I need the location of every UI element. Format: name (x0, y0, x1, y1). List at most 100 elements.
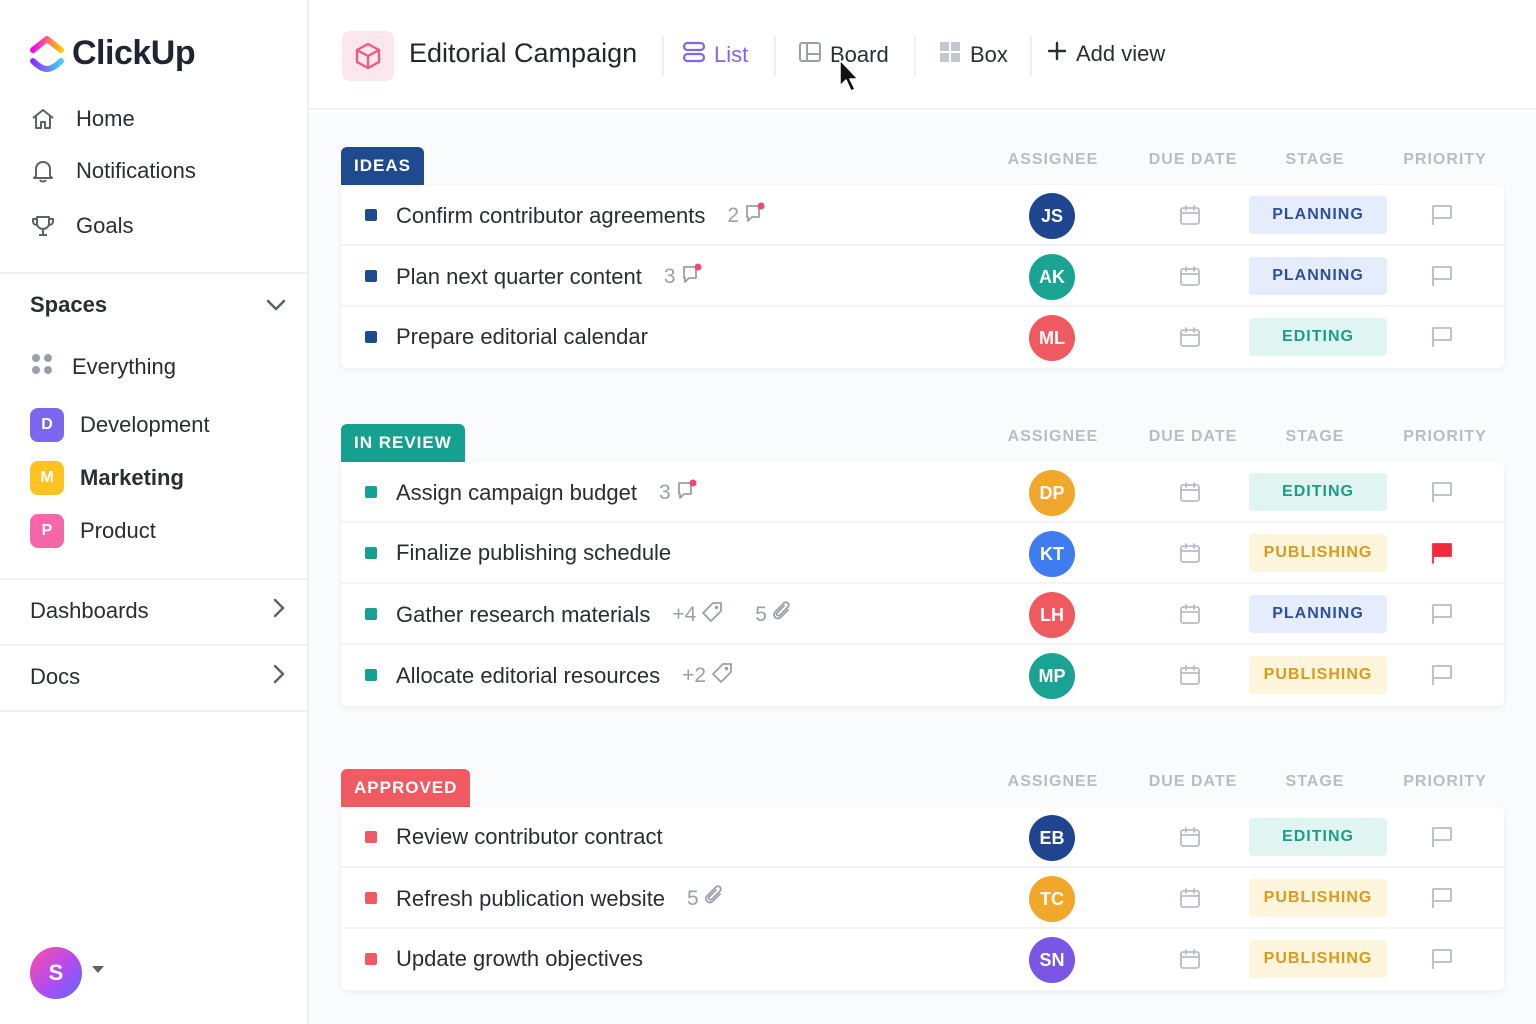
priority-flag-icon[interactable] (1429, 947, 1455, 971)
task-status-dot[interactable] (365, 270, 377, 282)
tag-count[interactable]: +4 (672, 601, 723, 629)
attachment-count[interactable]: 5 (755, 601, 794, 629)
calendar-icon[interactable] (1178, 886, 1202, 910)
home-icon (30, 106, 56, 132)
priority-flag-icon[interactable] (1429, 886, 1455, 910)
task-row[interactable]: Finalize publishing schedule KT PUBLISHING (341, 523, 1504, 584)
priority-flag-icon[interactable] (1429, 480, 1455, 504)
task-name[interactable]: Plan next quarter content 3 (396, 263, 703, 291)
task-status-dot[interactable] (365, 669, 377, 681)
task-status-dot[interactable] (365, 547, 377, 559)
nav-home[interactable]: Home (30, 106, 135, 132)
task-name[interactable]: Prepare editorial calendar (396, 324, 648, 350)
task-row[interactable]: Allocate editorial resources +2 MP PUBLISHI… (341, 645, 1504, 706)
dashboards-row[interactable]: Dashboards (30, 598, 286, 624)
assignee-avatar[interactable]: SN (1029, 937, 1075, 983)
task-status-dot[interactable] (365, 486, 377, 498)
task-name[interactable]: Assign campaign budget 3 (396, 479, 698, 507)
task-row[interactable]: Gather research materials +4 5 LH PLANNING (341, 584, 1504, 645)
task-name[interactable]: Refresh publication website 5 (396, 885, 726, 913)
spaces-header[interactable]: Spaces (30, 292, 286, 318)
task-name[interactable]: Finalize publishing schedule (396, 540, 671, 566)
task-status-dot[interactable] (365, 608, 377, 620)
task-name[interactable]: Update growth objectives (396, 946, 643, 972)
comment-count[interactable]: 3 (664, 263, 703, 291)
priority-flag-icon[interactable] (1429, 203, 1455, 227)
mouse-cursor-icon (838, 58, 862, 99)
stage-badge[interactable]: EDITING (1249, 473, 1387, 511)
task-group: IDEAS ASSIGNEE DUE DATE STAGE PRIORITY Confir… (341, 147, 1504, 368)
stage-badge[interactable]: PLANNING (1249, 257, 1387, 295)
tag-icon (711, 662, 733, 690)
task-status-dot[interactable] (365, 209, 377, 221)
task-status-dot[interactable] (365, 953, 377, 965)
stage-badge[interactable]: EDITING (1249, 318, 1387, 356)
task-name[interactable]: Confirm contributor agreements 2 (396, 202, 766, 230)
assignee-avatar[interactable]: EB (1029, 815, 1075, 861)
priority-flag-urgent-icon[interactable] (1429, 541, 1455, 565)
add-view-button[interactable]: Add view (1046, 40, 1165, 68)
space-marketing[interactable]: M Marketing (30, 461, 184, 495)
stage-badge[interactable]: EDITING (1249, 818, 1387, 856)
nav-notifications[interactable]: Notifications (30, 158, 196, 184)
group-status-pill[interactable]: APPROVED (341, 769, 471, 807)
group-status-pill[interactable]: IN REVIEW (341, 424, 465, 462)
calendar-icon[interactable] (1178, 325, 1202, 349)
calendar-icon[interactable] (1178, 480, 1202, 504)
attachment-count[interactable]: 5 (687, 885, 726, 913)
nav-goals[interactable]: Goals (30, 213, 133, 239)
assignee-avatar[interactable]: AK (1029, 254, 1075, 300)
stage-badge[interactable]: PLANNING (1249, 595, 1387, 633)
space-product[interactable]: P Product (30, 514, 156, 548)
task-row[interactable]: Plan next quarter content 3 AK PLANNING (341, 246, 1504, 307)
space-everything[interactable]: Everything (30, 352, 176, 382)
assignee-avatar[interactable]: TC (1029, 876, 1075, 922)
space-development[interactable]: D Development (30, 408, 210, 442)
comment-count[interactable]: 2 (727, 202, 766, 230)
task-row[interactable]: Confirm contributor agreements 2 JS PLANNIN… (341, 185, 1504, 246)
assignee-avatar[interactable]: KT (1029, 531, 1075, 577)
task-row[interactable]: Update growth objectives SN PUBLISHING (341, 929, 1504, 990)
stage-badge[interactable]: PUBLISHING (1249, 940, 1387, 978)
task-name[interactable]: Allocate editorial resources +2 (396, 662, 733, 690)
assignee-avatar[interactable]: ML (1029, 315, 1075, 361)
task-status-dot[interactable] (365, 831, 377, 843)
assignee-avatar[interactable]: JS (1029, 193, 1075, 239)
stage-badge[interactable]: PUBLISHING (1249, 656, 1387, 694)
priority-flag-icon[interactable] (1429, 602, 1455, 626)
priority-flag-icon[interactable] (1429, 663, 1455, 687)
priority-flag-icon[interactable] (1429, 825, 1455, 849)
assignee-avatar[interactable]: MP (1029, 653, 1075, 699)
assignee-avatar[interactable]: LH (1029, 592, 1075, 638)
calendar-icon[interactable] (1178, 264, 1202, 288)
tag-count[interactable]: +2 (682, 662, 733, 690)
task-row[interactable]: Assign campaign budget 3 DP EDITING (341, 462, 1504, 523)
assignee-avatar[interactable]: DP (1029, 470, 1075, 516)
tab-box[interactable]: Box (938, 40, 1008, 70)
task-status-dot[interactable] (365, 331, 377, 343)
calendar-icon[interactable] (1178, 203, 1202, 227)
caret-down-icon[interactable] (92, 966, 104, 973)
stage-badge[interactable]: PUBLISHING (1249, 534, 1387, 572)
task-name[interactable]: Review contributor contract (396, 824, 663, 850)
task-name[interactable]: Gather research materials +4 5 (396, 601, 794, 629)
stage-badge[interactable]: PLANNING (1249, 196, 1387, 234)
calendar-icon[interactable] (1178, 947, 1202, 971)
comment-count[interactable]: 3 (659, 479, 698, 507)
group-status-pill[interactable]: IDEAS (341, 147, 424, 185)
task-row[interactable]: Prepare editorial calendar ML EDITING (341, 307, 1504, 368)
calendar-icon[interactable] (1178, 825, 1202, 849)
docs-row[interactable]: Docs (30, 664, 286, 690)
calendar-icon[interactable] (1178, 541, 1202, 565)
stage-badge[interactable]: PUBLISHING (1249, 879, 1387, 917)
calendar-icon[interactable] (1178, 663, 1202, 687)
priority-flag-icon[interactable] (1429, 325, 1455, 349)
task-row[interactable]: Review contributor contract EB EDITING (341, 807, 1504, 868)
clickup-logo[interactable]: ClickUp (30, 34, 196, 73)
task-status-dot[interactable] (365, 892, 377, 904)
priority-flag-icon[interactable] (1429, 264, 1455, 288)
user-avatar[interactable]: S (30, 947, 82, 999)
tab-list[interactable]: List (682, 40, 748, 70)
task-row[interactable]: Refresh publication website 5 TC PUBLISHING (341, 868, 1504, 929)
calendar-icon[interactable] (1178, 602, 1202, 626)
